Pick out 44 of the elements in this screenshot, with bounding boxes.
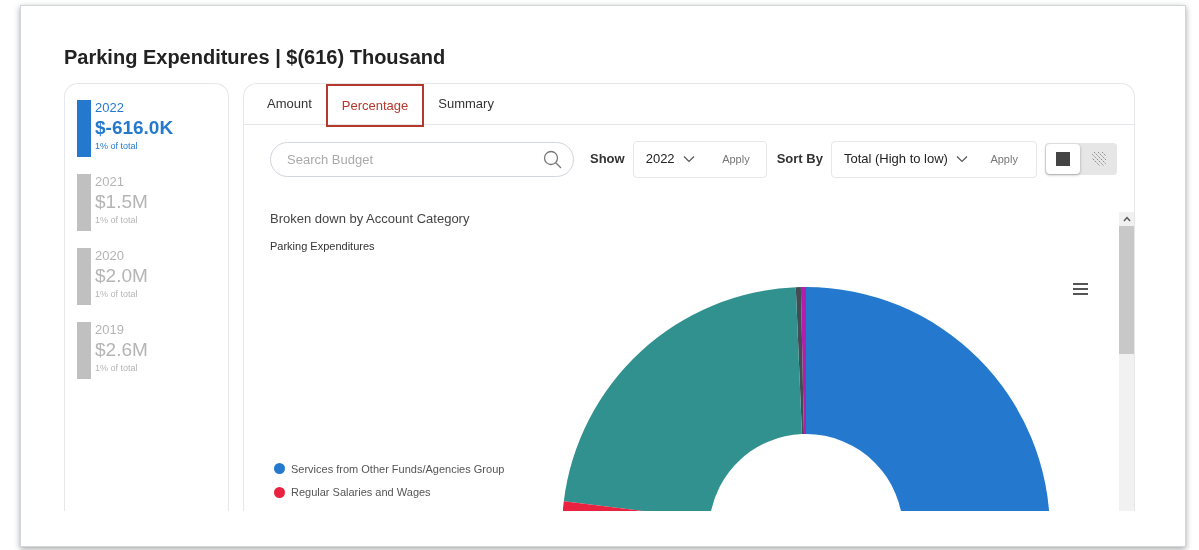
- tab[interactable]: Summary: [424, 84, 508, 124]
- search-icon: [543, 149, 562, 169]
- apply-button[interactable]: Apply: [990, 150, 1018, 168]
- apply-button[interactable]: Apply: [722, 150, 750, 168]
- year-label: 2020: [95, 248, 125, 264]
- sort-select[interactable]: Total (High to low) Apply: [830, 140, 1037, 178]
- year-bar: [77, 174, 91, 231]
- year-amount: $1.5M: [95, 190, 148, 214]
- chevron-down-icon: [955, 155, 968, 163]
- year-amount: $2.0M: [95, 264, 148, 288]
- year-label: 2022: [95, 100, 125, 116]
- solid-square-icon: [1056, 152, 1070, 166]
- select-value: Total (High to low): [843, 150, 948, 169]
- hatched-square-icon: [1092, 152, 1106, 166]
- year-bar: [77, 322, 91, 379]
- legend-label: Regular Salaries and Wages: [291, 485, 431, 500]
- year-amount: $2.6M: [95, 338, 148, 362]
- scrollbar-thumb[interactable]: [1119, 226, 1134, 354]
- menu-icon[interactable]: [1072, 282, 1089, 296]
- solid-view-button[interactable]: [1046, 144, 1080, 174]
- year-bar: [77, 248, 91, 305]
- year-item[interactable]: 2022 $-616.0K 1% of total: [77, 100, 228, 157]
- chart-title: Parking Expenditures: [270, 239, 375, 254]
- year-select[interactable]: 2022 Apply: [632, 140, 767, 178]
- year-share: 1% of total: [95, 362, 139, 374]
- tab[interactable]: Amount: [253, 84, 326, 124]
- year-bar: [77, 100, 91, 157]
- search-field[interactable]: Search Budget: [270, 141, 574, 177]
- year-share: 1% of total: [95, 214, 139, 226]
- tab[interactable]: Percentage: [325, 84, 425, 127]
- year-share: 1% of total: [95, 288, 139, 300]
- scrollbar[interactable]: [1119, 212, 1134, 511]
- page-title: Parking Expenditures | $(616) Thousand: [64, 45, 446, 70]
- year-label: 2021: [95, 174, 125, 190]
- year-label: 2019: [95, 322, 125, 338]
- year-amount: $-616.0K: [95, 116, 174, 140]
- scroll-up-icon: [1122, 216, 1131, 222]
- select-value: 2022: [645, 150, 675, 169]
- show-label: Show: [590, 150, 625, 169]
- chart-heading: Broken down by Account Category: [270, 210, 470, 228]
- sort-label: Sort By: [776, 150, 823, 169]
- legend-label: Services from Other Funds/Agencies Group: [291, 461, 505, 477]
- chevron-down-icon: [682, 155, 695, 163]
- year-share: 1% of total: [95, 140, 139, 152]
